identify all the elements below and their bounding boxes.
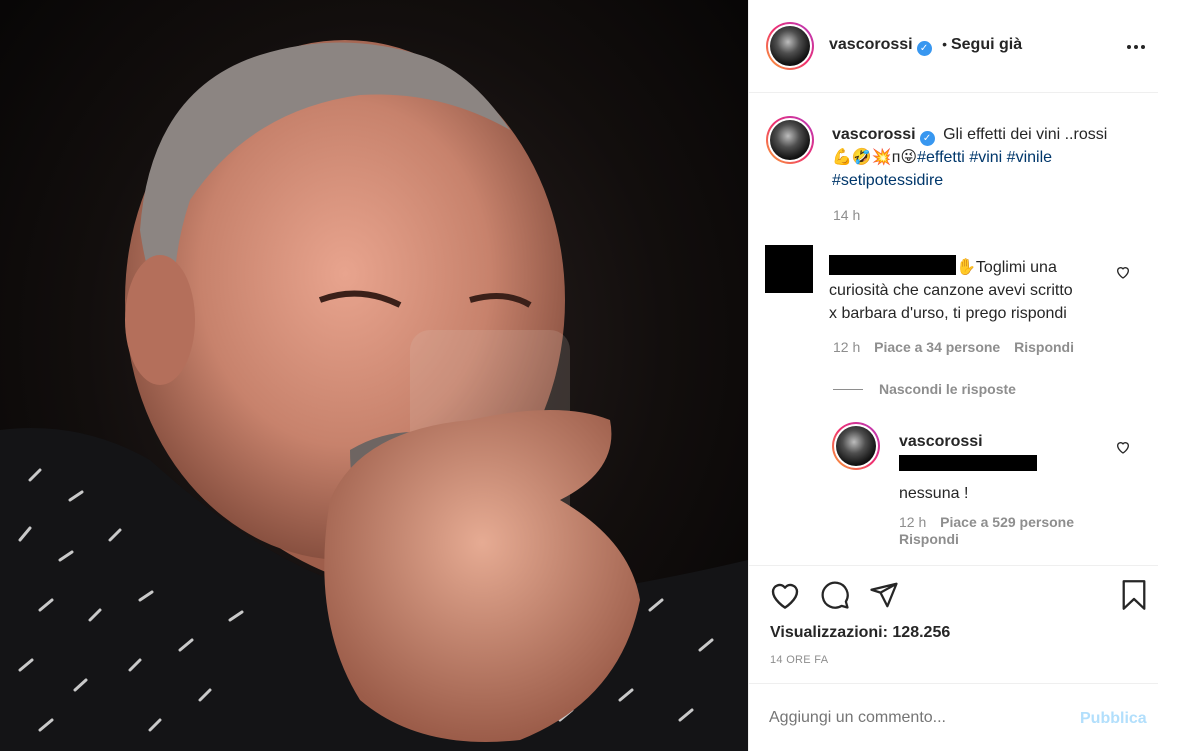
header-username[interactable]: vascorossi (829, 36, 913, 53)
views-count[interactable]: Visualizzazioni: 128.256 (770, 624, 950, 642)
comment-bubble-icon[interactable] (819, 580, 851, 610)
reply-message: nessuna ! (899, 485, 969, 502)
like-heart-icon[interactable] (769, 580, 801, 610)
publish-button[interactable]: Pubblica (1080, 710, 1147, 728)
post-media-image[interactable] (0, 0, 748, 751)
comment-meta: 12 h Piace a 34 persone Rispondi (833, 339, 1074, 355)
redacted-username (829, 255, 956, 275)
post-photo (0, 40, 748, 751)
hashtag-effetti[interactable]: #effetti (917, 149, 965, 166)
follow-status-button[interactable]: Segui già (951, 36, 1022, 53)
hashtag-vini[interactable]: #vini (969, 149, 1002, 166)
verified-badge-icon: ✓ (916, 41, 932, 56)
comment-reply-button[interactable]: Rispondi (1014, 339, 1074, 355)
comment-line2: curiosità che canzone avevi scritto (829, 282, 1073, 299)
reply-username[interactable]: vascorossi (899, 433, 983, 450)
comment-time: 12 h (833, 339, 861, 355)
caption-time: 14 h (833, 207, 861, 223)
comment-text: ✋Toglimi una curiosità che canzone avevi… (829, 255, 1129, 325)
post-side-panel: vascorossi ✓ • Segui già vascorossi ✓ Gli e… (748, 0, 1159, 751)
caption-emojis: 💪🤣💥ᴨ😜 (832, 149, 918, 166)
bookmark-icon[interactable] (1120, 579, 1148, 611)
more-horizontal-icon[interactable] (1124, 40, 1148, 54)
comment-likes[interactable]: Piace a 34 persone (874, 339, 1000, 355)
hide-replies-line (833, 389, 863, 390)
hide-replies-toggle[interactable]: Nascondi le risposte (833, 381, 1016, 397)
caption-text: vascorossi ✓ Gli effetti dei vini ..rossi… (832, 123, 1142, 192)
hashtag-setipotessidire[interactable]: #setipotessidire (832, 172, 943, 189)
reply-avatar[interactable] (832, 422, 880, 470)
page-background-right (1158, 0, 1200, 751)
comment-heart-icon[interactable] (1115, 264, 1131, 280)
caption-username[interactable]: vascorossi (832, 126, 916, 143)
reply-text: vascorossi nessuna ! (899, 430, 1119, 505)
post-header: vascorossi ✓ • Segui già (749, 0, 1159, 93)
comment-line3: x barbara d'urso, ti prego rispondi (829, 305, 1067, 322)
redacted-mention (899, 455, 1037, 471)
comment-emoji: ✋ (956, 259, 976, 276)
post-timestamp: 14 ORE FA (770, 654, 829, 666)
hide-replies-label: Nascondi le risposte (879, 381, 1016, 397)
caption-avatar[interactable] (766, 116, 814, 164)
caption-line1: Gli effetti dei vini ..rossi (943, 126, 1108, 143)
reply-reply-button[interactable]: Rispondi (899, 531, 959, 547)
verified-badge-icon: ✓ (919, 131, 935, 146)
comment-line1: Toglimi una (975, 259, 1057, 276)
reply-meta: 12 h Piace a 529 persone Rispondi (899, 514, 1129, 548)
share-paper-plane-icon[interactable] (869, 580, 899, 610)
reply-time: 12 h (899, 514, 927, 530)
separator-dot: • (942, 36, 947, 52)
header-user-info: vascorossi ✓ • Segui già (829, 36, 1022, 56)
avatar[interactable] (766, 22, 814, 70)
redacted-avatar (765, 245, 813, 293)
hashtag-vinile[interactable]: #vinile (1007, 149, 1052, 166)
add-comment-bar: Pubblica (749, 683, 1159, 751)
post-actions: Visualizzazioni: 128.256 14 ORE FA (749, 565, 1159, 683)
reply-likes[interactable]: Piace a 529 persone (940, 514, 1074, 530)
comment-input[interactable] (769, 706, 1059, 730)
reply-heart-icon[interactable] (1115, 439, 1131, 455)
